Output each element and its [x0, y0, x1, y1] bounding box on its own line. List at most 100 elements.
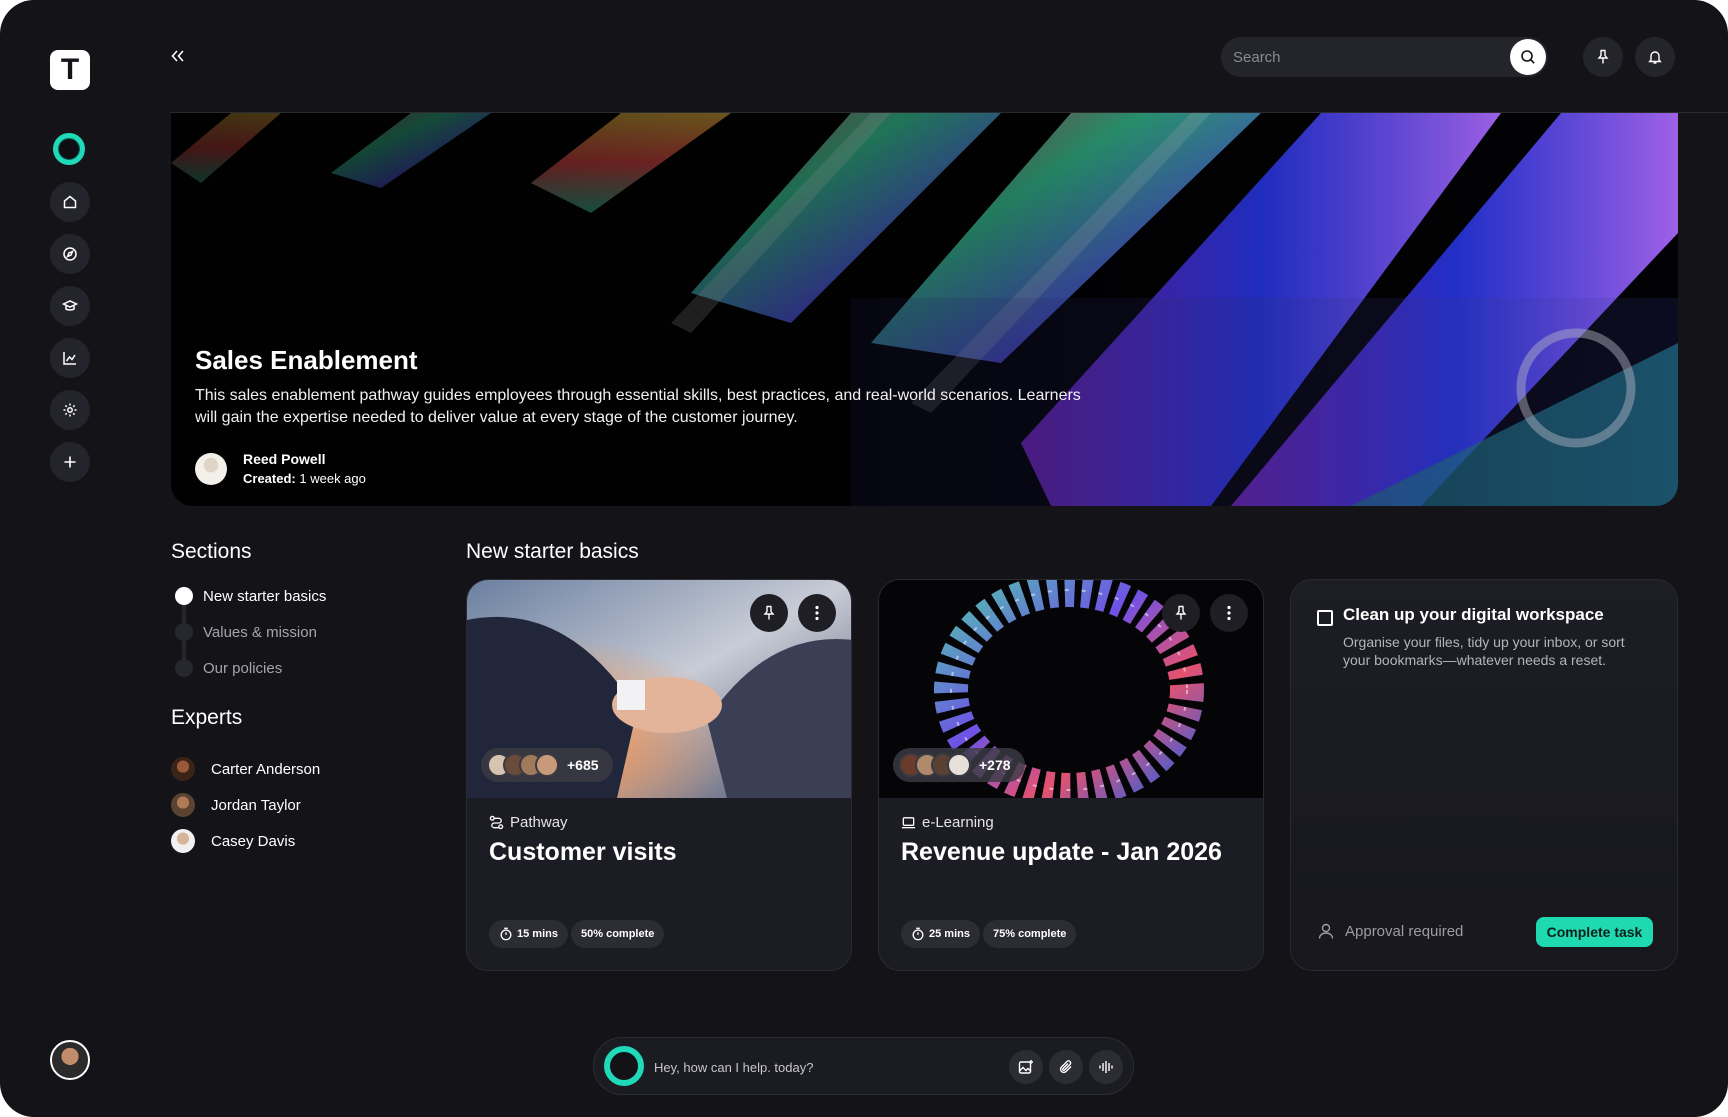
chevrons-left-icon — [171, 50, 184, 62]
card-more-button[interactable] — [1210, 594, 1248, 632]
approval-label: Approval required — [1345, 922, 1464, 940]
active-dot-icon — [175, 587, 193, 605]
sidebar: T — [0, 0, 140, 1117]
more-vertical-icon — [815, 605, 819, 621]
author-name[interactable]: Reed Powell — [243, 451, 325, 467]
duration-value: 25 mins — [929, 928, 970, 940]
learner-avatar — [535, 753, 559, 777]
pin-icon — [1175, 605, 1187, 620]
search-bar — [1221, 37, 1548, 77]
expert-name: Casey Davis — [211, 832, 296, 850]
attach-button[interactable] — [1049, 1050, 1083, 1084]
hero-artwork — [171, 113, 1678, 506]
expert-name: Jordan Taylor — [211, 796, 301, 814]
search-button[interactable] — [1510, 39, 1546, 75]
inactive-dot-icon — [175, 659, 193, 677]
laptop-icon — [901, 817, 916, 829]
hero-title: Sales Enablement — [195, 345, 418, 375]
app-logo[interactable]: T — [50, 50, 90, 90]
chart-icon — [63, 352, 76, 365]
progress-value: 75% complete — [993, 928, 1067, 940]
learners-badge[interactable]: +278 — [893, 748, 1025, 782]
assistant-ring-icon[interactable] — [53, 133, 85, 165]
collapse-sidebar-button[interactable] — [168, 46, 188, 66]
pin-icon — [1597, 49, 1609, 64]
learning-card[interactable]: +278 e-Learning Revenue update - Jan 202… — [878, 579, 1264, 971]
sidebar-item-learning[interactable] — [50, 286, 90, 326]
card-title: Revenue update - Jan 2026 — [901, 838, 1222, 866]
audio-waveform-icon — [1099, 1061, 1113, 1073]
expert-item[interactable]: Casey Davis — [171, 829, 295, 853]
voice-button[interactable] — [1089, 1050, 1123, 1084]
learning-card[interactable]: +685 Pathway Customer visits 15 mins 50%… — [466, 579, 852, 971]
section-item-our-policies[interactable]: Our policies — [175, 657, 282, 679]
sidebar-item-explore[interactable] — [50, 234, 90, 274]
pin-card-button[interactable] — [1162, 594, 1200, 632]
section-label: Our policies — [203, 659, 283, 677]
section-item-new-starter-basics[interactable]: New starter basics — [175, 585, 326, 607]
pin-card-button[interactable] — [750, 594, 788, 632]
sidebar-item-settings[interactable] — [50, 390, 90, 430]
progress-value: 50% complete — [581, 928, 655, 940]
learner-avatar — [947, 753, 971, 777]
expert-avatar — [171, 829, 195, 853]
compass-icon — [63, 247, 77, 261]
experts-heading: Experts — [171, 706, 243, 729]
search-icon — [1521, 50, 1535, 64]
home-icon — [63, 195, 77, 209]
section-item-values-mission[interactable]: Values & mission — [175, 621, 317, 643]
sidebar-item-analytics[interactable] — [50, 338, 90, 378]
assistant-input[interactable] — [654, 1056, 954, 1078]
plus-icon — [64, 456, 76, 468]
task-card: Clean up your digital workspace Organise… — [1290, 579, 1678, 971]
author-avatar[interactable] — [195, 453, 227, 485]
inactive-dot-icon — [175, 623, 193, 641]
timer-icon — [912, 927, 924, 941]
created-label: Created: — [243, 471, 296, 486]
card-type: Pathway — [489, 814, 568, 831]
progress-chip: 50% complete — [571, 920, 665, 948]
card-title: Customer visits — [489, 838, 677, 866]
card-type-label: Pathway — [510, 814, 568, 831]
approval-status: Approval required — [1317, 922, 1463, 940]
expert-item[interactable]: Carter Anderson — [171, 757, 320, 781]
card-more-button[interactable] — [798, 594, 836, 632]
learners-count: +278 — [979, 757, 1011, 773]
created-info: Created: 1 week ago — [243, 471, 366, 486]
task-title: Clean up your digital workspace — [1343, 605, 1604, 624]
duration-chip: 25 mins — [901, 920, 980, 948]
created-value: 1 week ago — [299, 471, 366, 486]
timer-icon — [500, 927, 512, 941]
section-label: Values & mission — [203, 623, 317, 641]
progress-chip: 75% complete — [983, 920, 1077, 948]
notifications-button[interactable] — [1635, 37, 1675, 77]
learners-badge[interactable]: +685 — [481, 748, 613, 782]
card-type: e-Learning — [901, 814, 994, 831]
pin-button[interactable] — [1583, 37, 1623, 77]
main-heading: New starter basics — [466, 540, 639, 563]
bell-icon — [1648, 51, 1662, 64]
assistant-bar — [593, 1037, 1134, 1095]
app-window: T Search Sales Enablement This sales ena… — [0, 0, 1728, 1117]
expert-item[interactable]: Jordan Taylor — [171, 793, 301, 817]
sidebar-item-home[interactable] — [50, 182, 90, 222]
sidebar-item-add[interactable] — [50, 442, 90, 482]
hero-banner[interactable]: Sales Enablement This sales enablement p… — [171, 113, 1678, 506]
expert-avatar — [171, 757, 195, 781]
task-checkbox[interactable] — [1317, 610, 1333, 626]
expert-avatar — [171, 793, 195, 817]
add-image-button[interactable] — [1009, 1050, 1043, 1084]
more-vertical-icon — [1227, 605, 1231, 621]
duration-chip: 15 mins — [489, 920, 568, 948]
expert-name: Carter Anderson — [211, 760, 321, 778]
pin-icon — [763, 605, 775, 620]
user-icon — [1318, 923, 1334, 939]
complete-task-button[interactable]: Complete task — [1536, 917, 1653, 947]
gear-icon — [63, 403, 77, 417]
search-input[interactable] — [1233, 48, 1493, 66]
graduation-cap-icon — [62, 300, 78, 311]
user-avatar[interactable] — [50, 1040, 90, 1080]
image-plus-icon — [1018, 1060, 1033, 1074]
learners-count: +685 — [567, 757, 599, 773]
sections-heading: Sections — [171, 540, 252, 563]
